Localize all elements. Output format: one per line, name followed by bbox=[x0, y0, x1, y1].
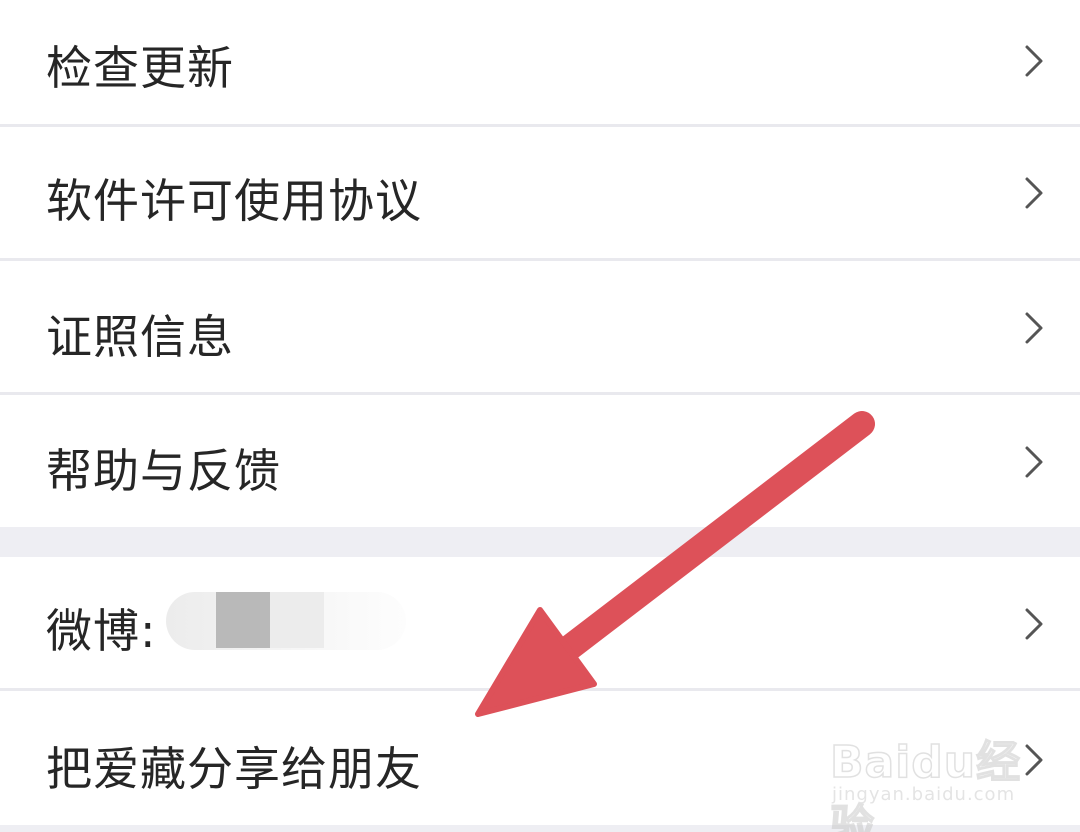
license-info-item[interactable]: 证照信息 bbox=[0, 261, 1080, 392]
weibo-label: 微博: bbox=[46, 604, 157, 658]
check-update-label: 检查更新 bbox=[46, 41, 234, 95]
help-feedback-label: 帮助与反馈 bbox=[46, 444, 281, 498]
software-license-label: 软件许可使用协议 bbox=[46, 174, 422, 228]
share-to-friends-item[interactable]: 把爱藏分享给朋友 bbox=[0, 691, 1080, 825]
share-to-friends-label: 把爱藏分享给朋友 bbox=[46, 742, 422, 796]
chevron-right-icon bbox=[1025, 312, 1043, 344]
section-separator bbox=[0, 527, 1080, 557]
redacted-account-block bbox=[270, 592, 324, 648]
redacted-account-block bbox=[216, 592, 270, 648]
chevron-right-icon bbox=[1025, 45, 1043, 77]
help-feedback-item[interactable]: 帮助与反馈 bbox=[0, 395, 1080, 527]
chevron-right-icon bbox=[1025, 744, 1043, 776]
bottom-divider bbox=[0, 825, 1080, 832]
software-license-item[interactable]: 软件许可使用协议 bbox=[0, 127, 1080, 258]
chevron-right-icon bbox=[1025, 177, 1043, 209]
license-info-label: 证照信息 bbox=[46, 310, 234, 364]
chevron-right-icon bbox=[1025, 446, 1043, 478]
check-update-item[interactable]: 检查更新 bbox=[0, 0, 1080, 124]
weibo-item[interactable]: 微博: bbox=[0, 557, 1080, 688]
settings-screen: 检查更新 软件许可使用协议 证照信息 帮助与反馈 微博: 把爱藏分享给朋友 Ba… bbox=[0, 0, 1080, 832]
chevron-right-icon bbox=[1025, 608, 1043, 640]
